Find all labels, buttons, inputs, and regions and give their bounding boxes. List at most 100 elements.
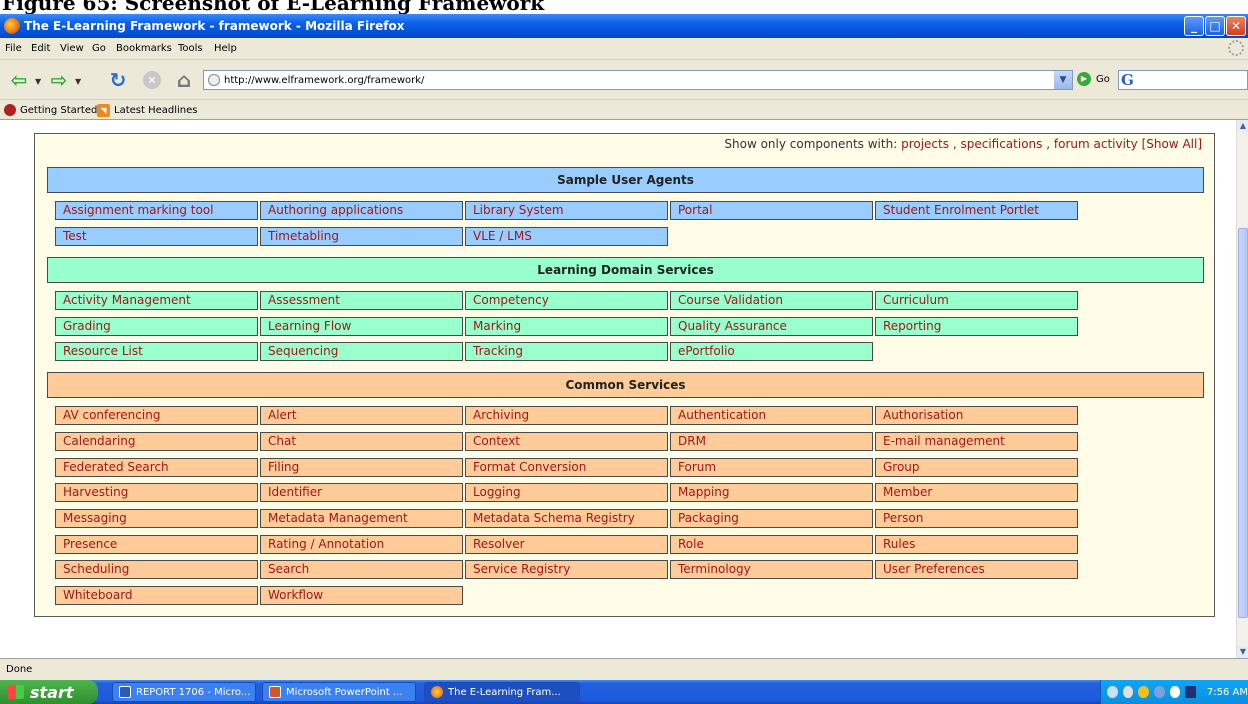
component-resolver[interactable]: Resolver [465, 535, 668, 554]
component-av-conferencing[interactable]: AV conferencing [55, 406, 258, 425]
component-course-validation[interactable]: Course Validation [670, 291, 873, 310]
component-calendaring[interactable]: Calendaring [55, 432, 258, 451]
component-vle-lms[interactable]: VLE / LMS [465, 227, 668, 246]
component-timetabling[interactable]: Timetabling [260, 227, 463, 246]
component-identifier[interactable]: Identifier [260, 483, 463, 502]
component-assessment[interactable]: Assessment [260, 291, 463, 310]
component-metadata-management[interactable]: Metadata Management [260, 509, 463, 528]
component-scheduling[interactable]: Scheduling [55, 560, 258, 579]
scroll-up-icon[interactable]: ▲ [1237, 120, 1248, 132]
component-terminology[interactable]: Terminology [670, 560, 873, 579]
taskbar-item-word[interactable]: REPORT 1706 - Micro... [112, 682, 256, 702]
window-title-bar[interactable]: The E-Learning Framework - framework - M… [0, 14, 1248, 38]
component-format-conversion[interactable]: Format Conversion [465, 458, 668, 477]
component-tracking[interactable]: Tracking [465, 342, 668, 361]
scroll-thumb[interactable] [1238, 228, 1248, 618]
component-archiving[interactable]: Archiving [465, 406, 668, 425]
component-quality-assurance[interactable]: Quality Assurance [670, 317, 873, 336]
component-filing[interactable]: Filing [260, 458, 463, 477]
component-metadata-schema-registry[interactable]: Metadata Schema Registry [465, 509, 668, 528]
component-user-preferences[interactable]: User Preferences [875, 560, 1078, 579]
filter-specifications-link[interactable]: specifications [960, 137, 1042, 151]
component-learning-flow[interactable]: Learning Flow [260, 317, 463, 336]
start-button[interactable]: start [0, 680, 98, 704]
component-email-management[interactable]: E-mail management [875, 432, 1078, 451]
menu-go[interactable]: Go [92, 43, 106, 54]
network-icon[interactable] [1122, 686, 1134, 698]
filter-forum-activity-link[interactable]: forum activity [1054, 137, 1138, 151]
reload-icon[interactable]: ↻ [106, 68, 130, 92]
component-messaging[interactable]: Messaging [55, 509, 258, 528]
component-sequencing[interactable]: Sequencing [260, 342, 463, 361]
menu-file[interactable]: File [5, 43, 22, 54]
connection-icon[interactable] [1153, 686, 1165, 698]
component-logging[interactable]: Logging [465, 483, 668, 502]
component-drm[interactable]: DRM [670, 432, 873, 451]
component-curriculum[interactable]: Curriculum [875, 291, 1078, 310]
component-test[interactable]: Test [55, 227, 258, 246]
bookmark-getting-started[interactable]: Getting Started [4, 104, 97, 116]
forward-dropdown-icon[interactable]: ▼ [75, 77, 81, 86]
menu-tools[interactable]: Tools [178, 43, 203, 54]
component-portal[interactable]: Portal [670, 201, 873, 220]
component-person[interactable]: Person [875, 509, 1078, 528]
component-student-enrolment-portlet[interactable]: Student Enrolment Portlet [875, 201, 1078, 220]
component-alert[interactable]: Alert [260, 406, 463, 425]
bookmark-latest-headlines[interactable]: ◥ Latest Headlines [97, 104, 198, 117]
component-context[interactable]: Context [465, 432, 668, 451]
address-bar[interactable]: ▼ [203, 70, 1073, 90]
menu-help[interactable]: Help [214, 43, 237, 54]
stop-icon[interactable]: ✕ [143, 71, 161, 89]
back-dropdown-icon[interactable]: ▼ [35, 77, 41, 86]
component-competency[interactable]: Competency [465, 291, 668, 310]
component-presence[interactable]: Presence [55, 535, 258, 554]
maximize-button[interactable]: □ [1205, 16, 1225, 36]
component-forum[interactable]: Forum [670, 458, 873, 477]
url-dropdown-icon[interactable]: ▼ [1054, 71, 1072, 89]
component-chat[interactable]: Chat [260, 432, 463, 451]
component-whiteboard[interactable]: Whiteboard [55, 586, 258, 605]
vertical-scrollbar[interactable]: ▲ ▼ [1236, 120, 1248, 658]
taskbar-item-powerpoint[interactable]: Microsoft PowerPoint ... [262, 682, 416, 702]
component-authentication[interactable]: Authentication [670, 406, 873, 425]
component-service-registry[interactable]: Service Registry [465, 560, 668, 579]
go-button[interactable]: ▶ Go [1077, 72, 1110, 86]
component-rating-annotation[interactable]: Rating / Annotation [260, 535, 463, 554]
menu-bookmarks[interactable]: Bookmarks [116, 43, 172, 54]
component-rules[interactable]: Rules [875, 535, 1078, 554]
volume-icon[interactable] [1169, 686, 1181, 698]
scroll-down-icon[interactable]: ▼ [1237, 646, 1248, 658]
tray-arrow-icon[interactable] [1107, 686, 1118, 698]
menu-edit[interactable]: Edit [31, 43, 50, 54]
component-mapping[interactable]: Mapping [670, 483, 873, 502]
back-arrow-icon[interactable]: ⇦ [6, 68, 32, 92]
close-button[interactable]: ✕ [1226, 16, 1246, 36]
component-member[interactable]: Member [875, 483, 1078, 502]
component-packaging[interactable]: Packaging [670, 509, 873, 528]
show-all-link[interactable]: [Show All] [1142, 137, 1202, 151]
component-library-system[interactable]: Library System [465, 201, 668, 220]
minimize-button[interactable]: _ [1184, 16, 1204, 36]
display-icon[interactable] [1185, 686, 1196, 698]
component-federated-search[interactable]: Federated Search [55, 458, 258, 477]
component-group[interactable]: Group [875, 458, 1078, 477]
component-workflow[interactable]: Workflow [260, 586, 463, 605]
search-box[interactable]: G [1118, 70, 1248, 90]
google-icon[interactable]: G [1121, 71, 1134, 89]
component-reporting[interactable]: Reporting [875, 317, 1078, 336]
taskbar-item-firefox[interactable]: The E-Learning Fram... [424, 682, 580, 702]
component-grading[interactable]: Grading [55, 317, 258, 336]
forward-arrow-icon[interactable]: ⇨ [46, 68, 72, 92]
component-authoring-applications[interactable]: Authoring applications [260, 201, 463, 220]
component-search[interactable]: Search [260, 560, 463, 579]
url-input[interactable] [224, 73, 1044, 87]
component-role[interactable]: Role [670, 535, 873, 554]
component-assignment-marking-tool[interactable]: Assignment marking tool [55, 201, 258, 220]
component-resource-list[interactable]: Resource List [55, 342, 258, 361]
filter-projects-link[interactable]: projects [901, 137, 949, 151]
menu-view[interactable]: View [60, 43, 84, 54]
component-activity-management[interactable]: Activity Management [55, 291, 258, 310]
component-harvesting[interactable]: Harvesting [55, 483, 258, 502]
home-icon[interactable]: ⌂ [172, 68, 196, 92]
component-marking[interactable]: Marking [465, 317, 668, 336]
